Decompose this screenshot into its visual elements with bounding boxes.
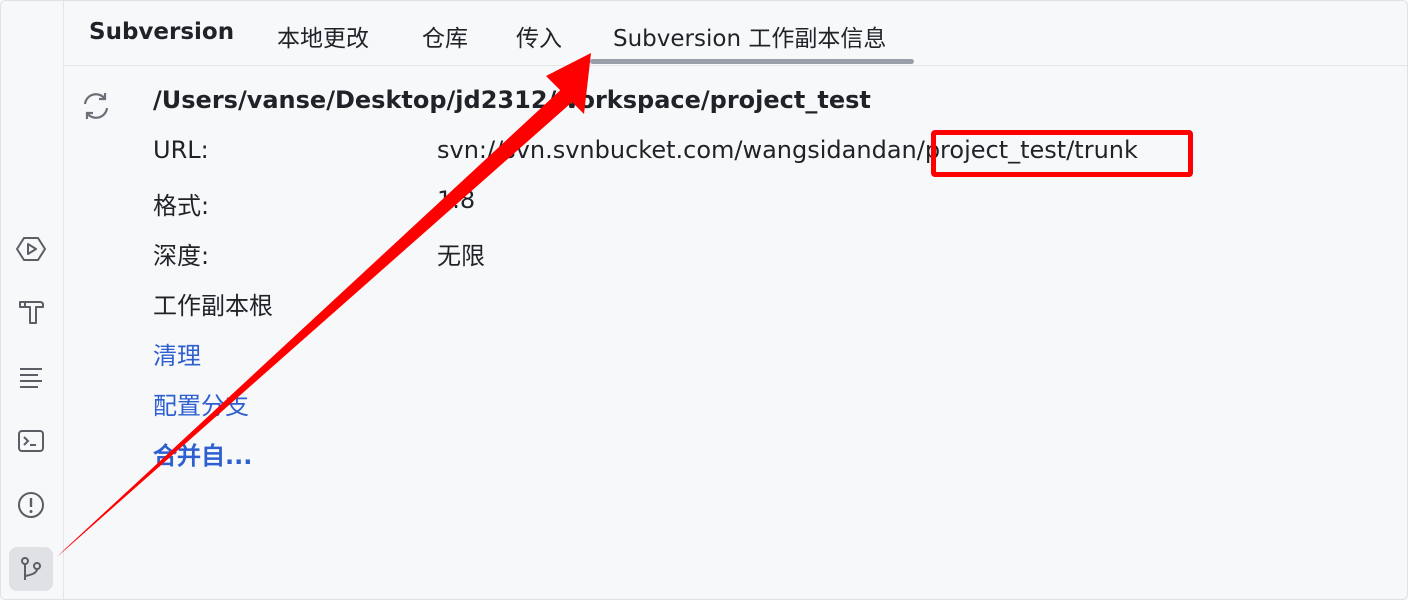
tool-strip bbox=[1, 1, 64, 599]
tab-bar: Subversion 本地更改 仓库 传入 Subversion 工作副本信息 bbox=[64, 1, 1407, 66]
active-tab-indicator bbox=[590, 59, 914, 64]
depth-label: 深度: bbox=[153, 242, 210, 270]
tab-incoming[interactable]: 传入 bbox=[516, 19, 562, 53]
version-control-icon bbox=[21, 557, 41, 580]
tab-repository[interactable]: 仓库 bbox=[422, 19, 468, 53]
refresh-icon[interactable] bbox=[79, 89, 113, 123]
terminal-icon bbox=[18, 430, 44, 452]
problems-tool-button[interactable] bbox=[9, 483, 53, 527]
build-hammer-icon bbox=[19, 301, 44, 324]
version-control-tool-button[interactable] bbox=[9, 547, 53, 591]
structure-icon bbox=[20, 368, 42, 388]
tab-subversion[interactable]: Subversion bbox=[89, 19, 234, 45]
structure-tool-button[interactable] bbox=[9, 355, 53, 399]
merge-from-link[interactable]: 合并自... bbox=[153, 436, 252, 471]
cleanup-link[interactable]: 清理 bbox=[153, 336, 201, 371]
run-icon bbox=[16, 237, 46, 261]
terminal-tool-button[interactable] bbox=[9, 419, 53, 463]
annotation-highlight-box bbox=[931, 130, 1193, 177]
configure-branches-link[interactable]: 配置分支 bbox=[153, 386, 249, 421]
problems-icon bbox=[18, 492, 44, 518]
tab-local-changes[interactable]: 本地更改 bbox=[277, 19, 369, 53]
working-copy-root-label: 工作副本根 bbox=[153, 292, 273, 320]
url-label: URL: bbox=[153, 136, 209, 164]
run-tool-button[interactable] bbox=[9, 227, 53, 271]
build-tool-button[interactable] bbox=[9, 290, 53, 334]
format-value: 1.8 bbox=[437, 186, 476, 214]
format-label: 格式: bbox=[153, 192, 210, 220]
depth-value: 无限 bbox=[437, 242, 485, 270]
tool-window: Subversion 本地更改 仓库 传入 Subversion 工作副本信息 … bbox=[0, 0, 1408, 600]
tab-working-copy-info[interactable]: Subversion 工作副本信息 bbox=[613, 19, 886, 53]
working-copy-path: /Users/vanse/Desktop/jd2312/workspace/pr… bbox=[153, 86, 871, 114]
